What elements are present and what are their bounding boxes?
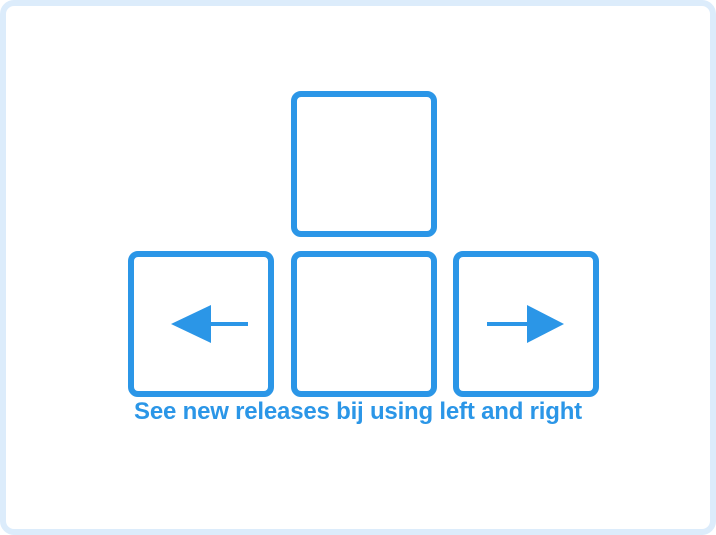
- left-key: [128, 251, 274, 397]
- left-arrow-icon: [171, 305, 248, 343]
- right-arrow-icon: [487, 305, 564, 343]
- hint-panel: [0, 0, 716, 535]
- up-key: [291, 91, 437, 237]
- down-key: [291, 251, 437, 397]
- navigation-hint-text: See new releases bij using left and righ…: [134, 398, 582, 425]
- right-key: [453, 251, 599, 397]
